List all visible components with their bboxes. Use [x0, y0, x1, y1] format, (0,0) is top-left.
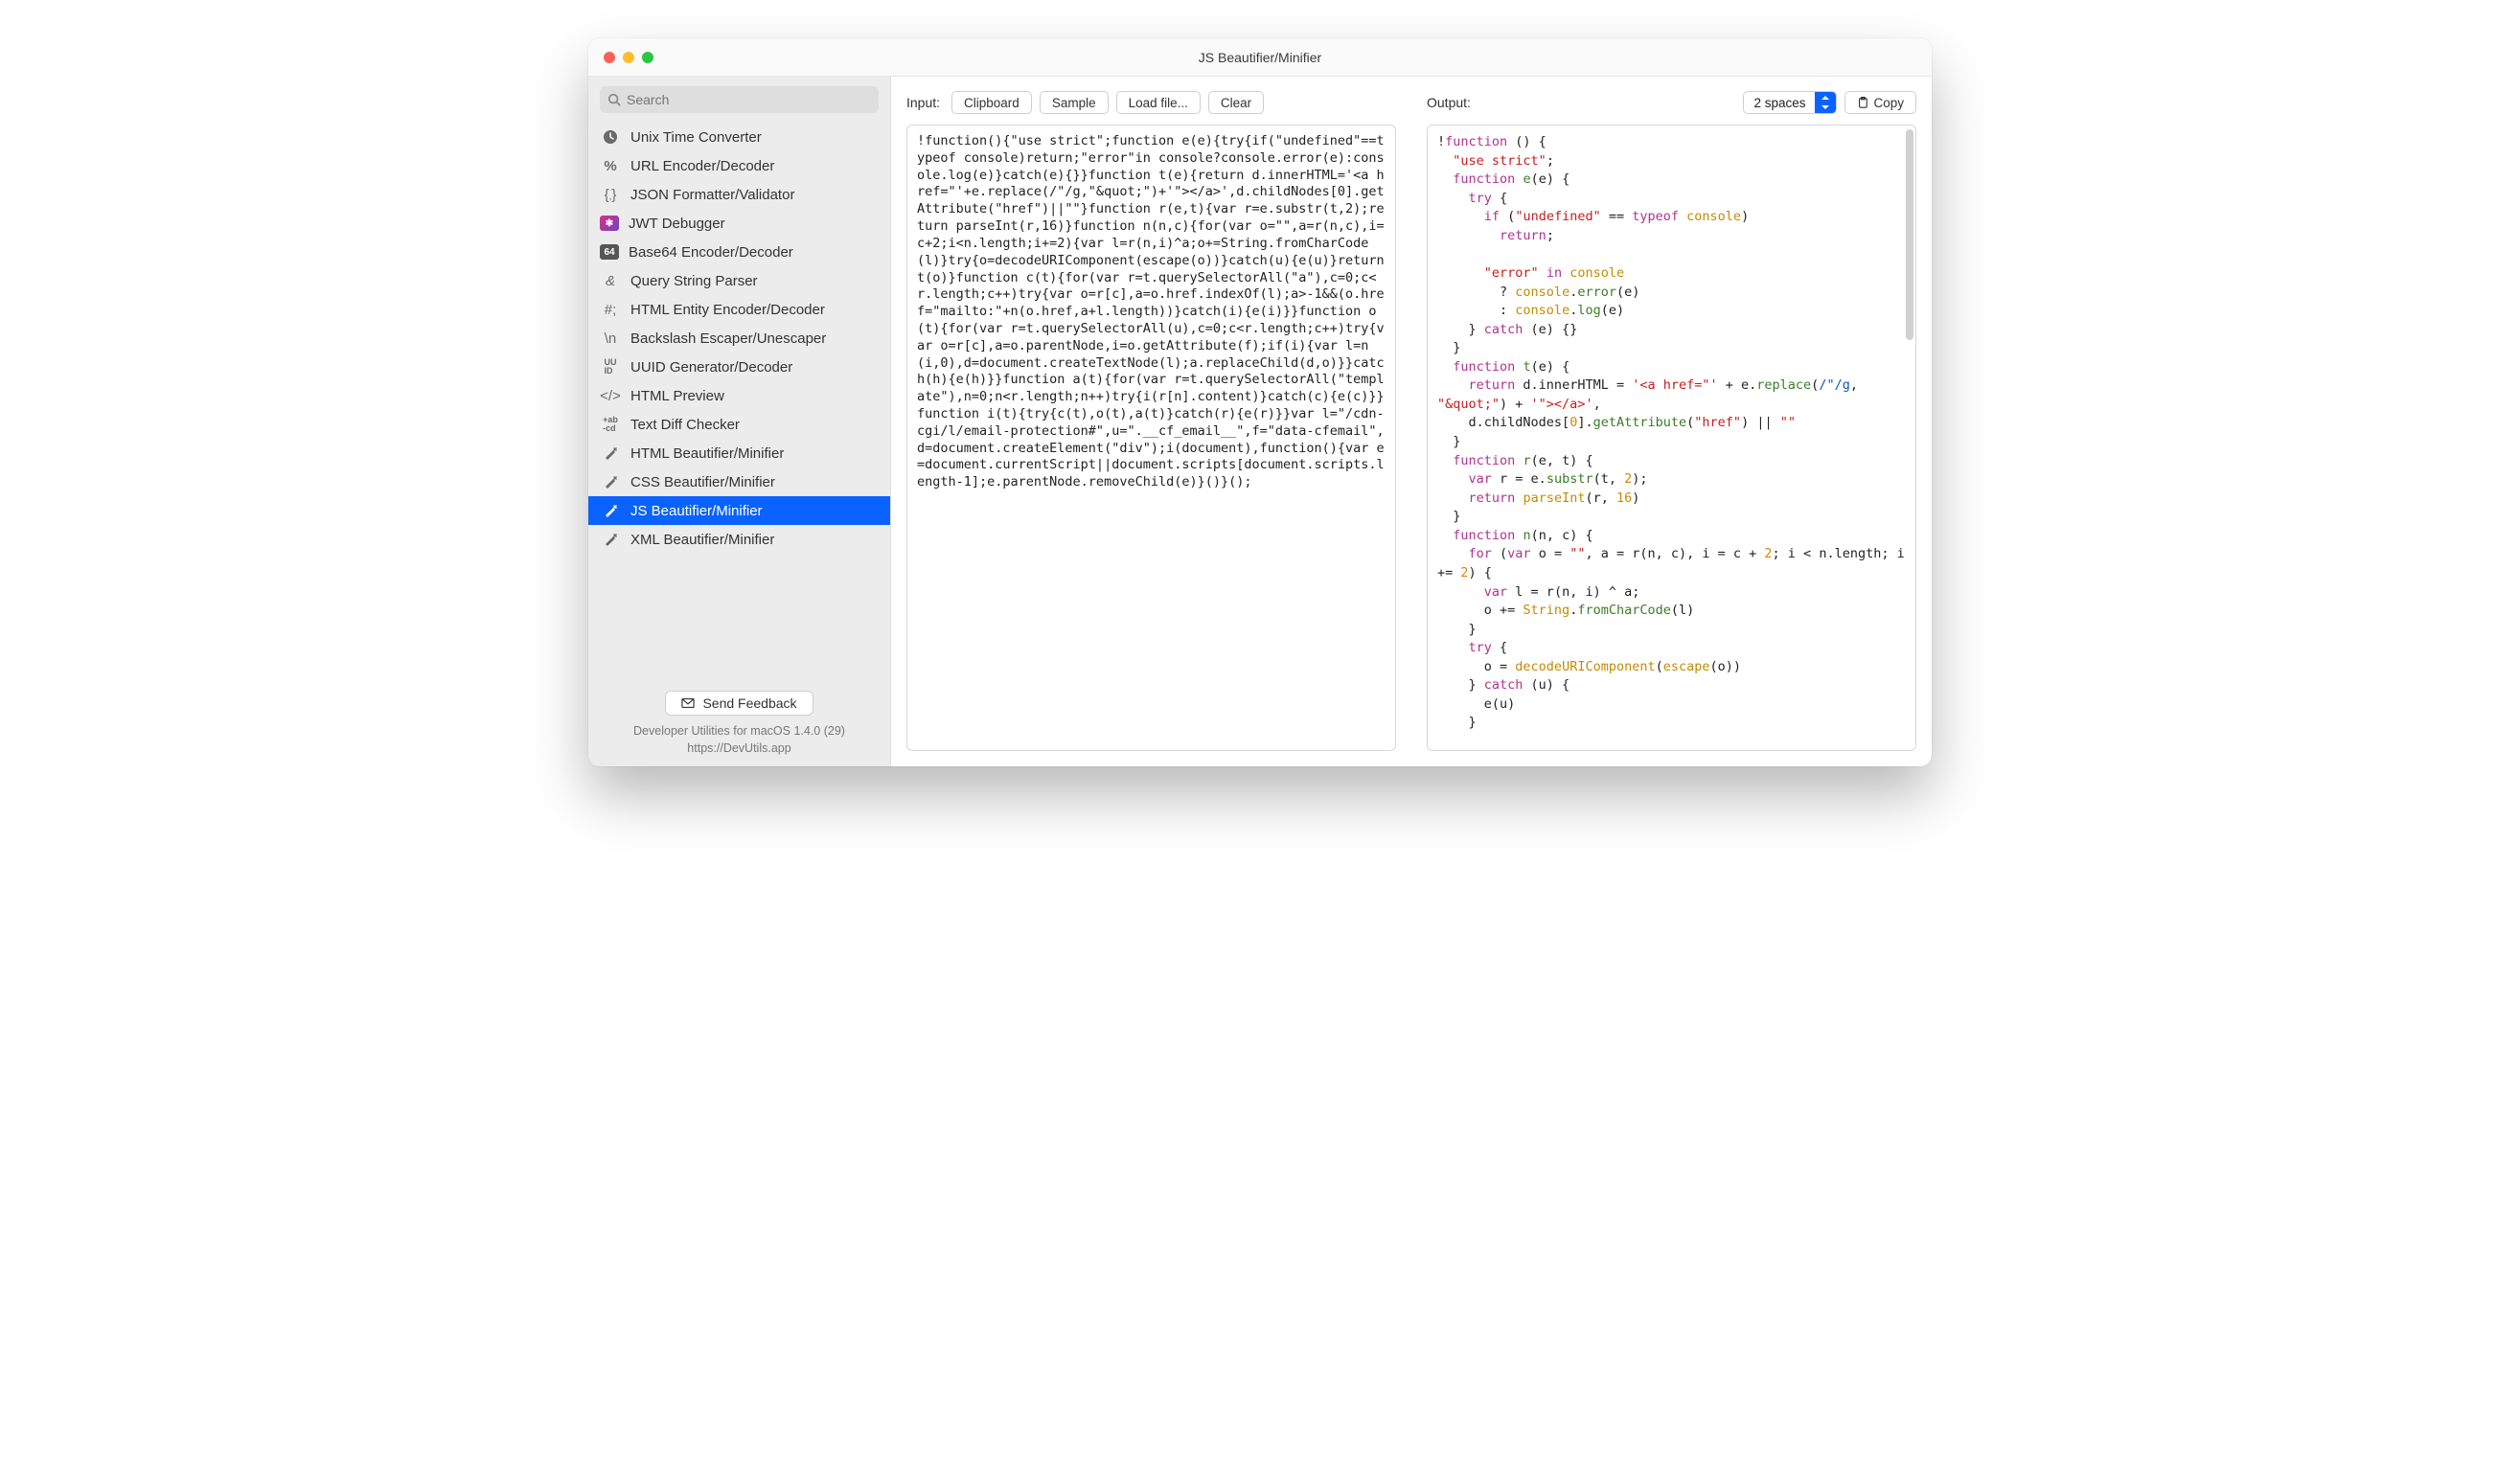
- sidebar-footer: Send Feedback Developer Utilities for ma…: [588, 681, 890, 766]
- amp-icon: &: [600, 270, 621, 291]
- sidebar-item-label: Query String Parser: [630, 273, 758, 289]
- sidebar-item-label: HTML Beautifier/Minifier: [630, 445, 784, 462]
- search-input[interactable]: [600, 86, 879, 113]
- sidebar-item-label: CSS Beautifier/Minifier: [630, 474, 775, 490]
- sidebar-item-label: Text Diff Checker: [630, 417, 740, 433]
- traffic-lights: [588, 52, 653, 63]
- sidebar-item-js-beautifier-minifier[interactable]: JS Beautifier/Minifier: [588, 496, 890, 525]
- input-pane: Input: Clipboard Sample Load file... Cle…: [891, 77, 1411, 766]
- input-label: Input:: [906, 95, 940, 110]
- indent-value: 2 spaces: [1744, 96, 1815, 110]
- copy-button[interactable]: Copy: [1844, 91, 1916, 114]
- envelope-icon: [681, 698, 695, 708]
- minimize-window-icon[interactable]: [623, 52, 634, 63]
- sidebar-item-css-beautifier-minifier[interactable]: CSS Beautifier/Minifier: [588, 467, 890, 496]
- jwt-icon: ✱: [600, 216, 619, 231]
- search-field[interactable]: [627, 92, 871, 107]
- sidebar-item-label: Base64 Encoder/Decoder: [629, 244, 793, 261]
- stepper-arrows-icon: [1815, 92, 1836, 113]
- sidebar-item-json-formatter-validator[interactable]: {,} JSON Formatter/Validator: [588, 180, 890, 209]
- send-feedback-button[interactable]: Send Feedback: [665, 691, 813, 716]
- sidebar-item-xml-beautifier-minifier[interactable]: XML Beautifier/Minifier: [588, 525, 890, 554]
- window-title: JS Beautifier/Minifier: [588, 50, 1932, 65]
- tag-icon: </>: [600, 385, 621, 406]
- output-pane: Output: 2 spaces Copy !function () { "us…: [1411, 77, 1932, 766]
- sample-button[interactable]: Sample: [1040, 91, 1109, 114]
- output-codeview[interactable]: !function () { "use strict"; function e(…: [1427, 125, 1916, 751]
- feedback-label: Send Feedback: [702, 695, 796, 711]
- version-text: Developer Utilities for macOS 1.4.0 (29): [600, 723, 879, 740]
- sidebar-item-label: Backslash Escaper/Unescaper: [630, 330, 826, 347]
- app-window: JS Beautifier/Minifier Unix Time Convert…: [588, 38, 1932, 766]
- backslash-icon: \n: [600, 328, 621, 349]
- sidebar: Unix Time Converter% URL Encoder/Decoder {…: [588, 77, 891, 766]
- content: Input: Clipboard Sample Load file... Cle…: [891, 77, 1932, 766]
- sidebar-item-jwt-debugger[interactable]: ✱ JWT Debugger: [588, 209, 890, 238]
- sidebar-item-unix-time-converter[interactable]: Unix Time Converter: [588, 123, 890, 151]
- percent-icon: %: [600, 155, 621, 176]
- braces-icon: {,}: [600, 184, 621, 205]
- sidebar-item-label: JS Beautifier/Minifier: [630, 503, 763, 519]
- wand-icon: [600, 500, 621, 521]
- b64-icon: 64: [600, 244, 619, 260]
- body: Unix Time Converter% URL Encoder/Decoder {…: [588, 77, 1932, 766]
- clock-icon: [600, 126, 621, 148]
- clipboard-icon: [1857, 97, 1868, 108]
- sidebar-item-label: JSON Formatter/Validator: [630, 187, 794, 203]
- wand-icon: [600, 443, 621, 464]
- app-url: https://DevUtils.app: [600, 740, 879, 758]
- sidebar-item-label: JWT Debugger: [629, 216, 725, 232]
- input-textarea[interactable]: !function(){"use strict";function e(e){t…: [906, 125, 1396, 751]
- sidebar-item-label: HTML Preview: [630, 388, 724, 404]
- sidebar-item-label: UUID Generator/Decoder: [630, 359, 792, 376]
- clear-button[interactable]: Clear: [1208, 91, 1264, 114]
- sidebar-item-label: URL Encoder/Decoder: [630, 158, 774, 174]
- search-icon: [607, 93, 621, 106]
- sidebar-item-base64-encoder-decoder[interactable]: 64 Base64 Encoder/Decoder: [588, 238, 890, 266]
- diff-icon: +ab-cd: [600, 414, 621, 435]
- close-window-icon[interactable]: [604, 52, 615, 63]
- sidebar-item-label: Unix Time Converter: [630, 129, 762, 146]
- zoom-window-icon[interactable]: [642, 52, 653, 63]
- sidebar-item-query-string-parser[interactable]: &Query String Parser: [588, 266, 890, 295]
- sidebar-item-backslash-escaper-unescaper[interactable]: \n Backslash Escaper/Unescaper: [588, 324, 890, 353]
- sidebar-item-url-encoder-decoder[interactable]: % URL Encoder/Decoder: [588, 151, 890, 180]
- input-header: Input: Clipboard Sample Load file... Cle…: [906, 88, 1396, 117]
- uuid-icon: UUID: [600, 356, 621, 377]
- sidebar-item-html-entity-encoder-decoder[interactable]: #; HTML Entity Encoder/Decoder: [588, 295, 890, 324]
- output-label: Output:: [1427, 95, 1471, 110]
- wand-icon: [600, 529, 621, 550]
- output-header: Output: 2 spaces Copy: [1427, 88, 1916, 117]
- sidebar-item-uuid-generator-decoder[interactable]: UUID UUID Generator/Decoder: [588, 353, 890, 381]
- sidebar-item-label: HTML Entity Encoder/Decoder: [630, 302, 825, 318]
- sidebar-item-html-beautifier-minifier[interactable]: HTML Beautifier/Minifier: [588, 439, 890, 467]
- hash-icon: #;: [600, 299, 621, 320]
- sidebar-item-text-diff-checker[interactable]: +ab-cd Text Diff Checker: [588, 410, 890, 439]
- titlebar: JS Beautifier/Minifier: [588, 38, 1932, 77]
- clipboard-button[interactable]: Clipboard: [951, 91, 1032, 114]
- tool-list: Unix Time Converter% URL Encoder/Decoder {…: [588, 121, 890, 681]
- input-text: !function(){"use strict";function e(e){t…: [917, 133, 1392, 490]
- sidebar-item-html-preview[interactable]: </> HTML Preview: [588, 381, 890, 410]
- scrollbar[interactable]: [1904, 127, 1913, 748]
- sidebar-item-label: XML Beautifier/Minifier: [630, 532, 774, 548]
- wand-icon: [600, 471, 621, 492]
- indent-select[interactable]: 2 spaces: [1743, 91, 1837, 114]
- load-file-button[interactable]: Load file...: [1116, 91, 1201, 114]
